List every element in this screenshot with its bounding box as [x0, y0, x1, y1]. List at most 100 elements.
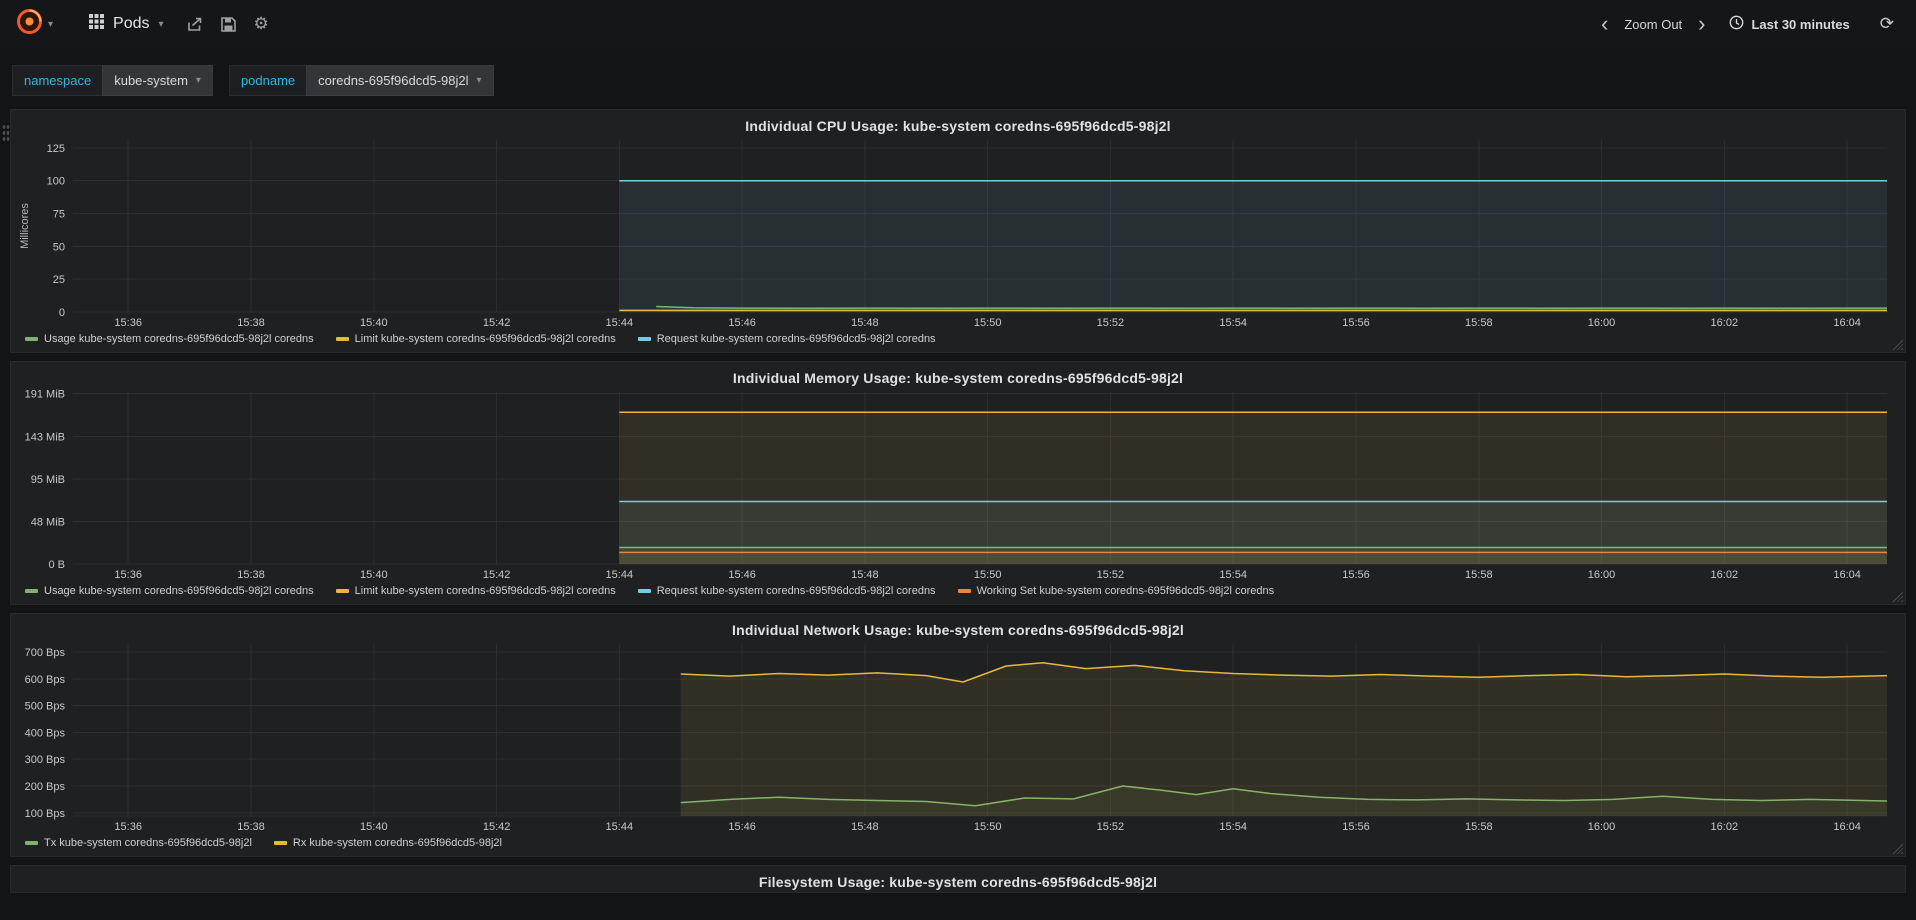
zoom-out-button[interactable]: Zoom Out	[1622, 11, 1684, 38]
panel-title-cpu-usage[interactable]: Individual CPU Usage: kube-system coredn…	[11, 110, 1905, 136]
legend-item[interactable]: Rx kube-system coredns-695f96dcd5-98j2l	[273, 837, 502, 849]
chart-memory-usage: 15:36 15:38 15:40 15:42 15:44 15:46 15:48 15:50…	[11, 388, 1905, 584]
legend-series-label: Limit kube-system coredns-695f96dcd5-98j…	[354, 585, 616, 597]
svg-text:15:50: 15:50	[974, 317, 1002, 329]
svg-text:16:02: 16:02	[1711, 569, 1739, 581]
legend-series-color-icon	[637, 337, 651, 341]
save-button[interactable]	[212, 11, 245, 38]
time-picker-button[interactable]: Last 30 minutes	[1719, 9, 1859, 39]
gear-icon: ⚙	[253, 14, 269, 33]
panel-cpu-usage: Individual CPU Usage: kube-system coredn…	[10, 109, 1906, 353]
legend-series-color-icon	[25, 841, 38, 845]
chevron-down-icon: ▾	[48, 18, 54, 30]
legend-series-label: Request kube-system coredns-695f96dcd5-9…	[656, 333, 936, 345]
legend-item[interactable]: Usage kube-system coredns-695f96dcd5-98j…	[25, 585, 314, 597]
svg-text:15:36: 15:36	[114, 317, 142, 329]
legend-series-color-icon	[335, 589, 349, 593]
legend-series-color-icon	[637, 589, 651, 593]
chevron-down-icon: ▾	[195, 75, 201, 86]
svg-text:15:36: 15:36	[114, 569, 142, 581]
svg-text:200 Bps: 200 Bps	[25, 781, 66, 793]
svg-text:300 Bps: 300 Bps	[25, 754, 66, 766]
variable-value-namespace[interactable]: kube-system ▾	[102, 65, 213, 96]
chevron-down-icon: ▾	[158, 18, 164, 30]
svg-text:191 MiB: 191 MiB	[25, 389, 65, 401]
time-shift-forward-button[interactable]: ›	[1690, 13, 1713, 35]
svg-text:15:48: 15:48	[851, 569, 879, 581]
svg-text:15:48: 15:48	[851, 317, 879, 329]
svg-text:15:52: 15:52	[1097, 821, 1125, 833]
chart-canvas[interactable]: 15:36 15:38 15:40 15:42 15:44 15:46 15:48 15:50…	[11, 388, 1903, 584]
legend-series-label: Request kube-system coredns-695f96dcd5-9…	[656, 585, 936, 597]
svg-text:15:44: 15:44	[606, 569, 634, 581]
row-drag-handle[interactable]	[2, 124, 10, 143]
svg-text:700 Bps: 700 Bps	[25, 647, 66, 659]
legend-item[interactable]: Usage kube-system coredns-695f96dcd5-98j…	[25, 333, 314, 345]
svg-text:15:38: 15:38	[237, 821, 265, 833]
panel-title-filesystem-usage[interactable]: Filesystem Usage: kube-system coredns-69…	[11, 866, 1905, 892]
svg-text:15:50: 15:50	[974, 821, 1002, 833]
svg-text:15:54: 15:54	[1219, 821, 1247, 833]
svg-text:16:00: 16:00	[1588, 569, 1616, 581]
legend-series-label: Working Set kube-system coredns-695f96dc…	[976, 585, 1275, 597]
svg-text:50: 50	[53, 241, 65, 253]
panel-memory-usage: Individual Memory Usage: kube-system cor…	[10, 361, 1906, 605]
svg-text:15:58: 15:58	[1465, 317, 1493, 329]
svg-text:16:04: 16:04	[1833, 317, 1861, 329]
legend-item[interactable]: Tx kube-system coredns-695f96dcd5-98j2l	[25, 837, 252, 849]
panel-title-network-usage[interactable]: Individual Network Usage: kube-system co…	[11, 614, 1905, 640]
svg-text:0 B: 0 B	[48, 559, 65, 571]
svg-text:25: 25	[53, 274, 65, 286]
svg-text:15:58: 15:58	[1465, 569, 1493, 581]
svg-text:15:42: 15:42	[483, 569, 511, 581]
svg-text:15:42: 15:42	[483, 317, 511, 329]
dashboard-picker-button[interactable]: Pods ▾	[75, 4, 178, 44]
svg-text:15:46: 15:46	[728, 317, 756, 329]
legend-series-label: Rx kube-system coredns-695f96dcd5-98j2l	[292, 837, 502, 849]
legend-series-label: Usage kube-system coredns-695f96dcd5-98j…	[44, 333, 314, 345]
clock-icon	[1729, 15, 1744, 33]
svg-text:15:38: 15:38	[237, 569, 265, 581]
svg-text:15:52: 15:52	[1097, 569, 1125, 581]
refresh-button[interactable]: ⟳	[1866, 10, 1900, 38]
svg-text:16:02: 16:02	[1711, 821, 1739, 833]
legend-item[interactable]: Limit kube-system coredns-695f96dcd5-98j…	[335, 585, 616, 597]
svg-text:0: 0	[59, 307, 65, 319]
navbar: ▾ Pods ▾ ⚙ ‹ Zoom Out › Last 30 minutes …	[0, 0, 1916, 48]
svg-text:16:04: 16:04	[1833, 821, 1861, 833]
legend-item[interactable]: Request kube-system coredns-695f96dcd5-9…	[637, 585, 936, 597]
chart-cpu-usage: 15:36 15:38 15:40 15:42 15:44 15:46 15:48 15:50…	[11, 136, 1905, 332]
variable-value-podname[interactable]: coredns-695f96dcd5-98j2l ▾	[306, 65, 494, 96]
chart-canvas[interactable]: 15:36 15:38 15:40 15:42 15:44 15:46 15:48 15:50…	[11, 136, 1903, 332]
dashboard-panels: Individual CPU Usage: kube-system coredn…	[0, 109, 1916, 893]
svg-text:15:40: 15:40	[360, 821, 388, 833]
panel-title-memory-usage[interactable]: Individual Memory Usage: kube-system cor…	[11, 362, 1905, 388]
legend-item[interactable]: Request kube-system coredns-695f96dcd5-9…	[637, 333, 936, 345]
svg-text:15:46: 15:46	[728, 569, 756, 581]
time-shift-back-button[interactable]: ‹	[1593, 13, 1616, 35]
svg-text:15:54: 15:54	[1219, 569, 1247, 581]
svg-text:125: 125	[47, 143, 65, 155]
chart-canvas[interactable]: 15:36 15:38 15:40 15:42 15:44 15:46 15:48 15:50…	[11, 640, 1903, 836]
apps-grid-icon	[89, 14, 105, 34]
svg-text:15:52: 15:52	[1097, 317, 1125, 329]
svg-text:15:56: 15:56	[1342, 821, 1370, 833]
settings-button[interactable]: ⚙	[245, 8, 278, 40]
svg-text:15:36: 15:36	[114, 821, 142, 833]
svg-text:75: 75	[53, 209, 65, 221]
svg-text:15:44: 15:44	[606, 317, 634, 329]
legend-item[interactable]: Working Set kube-system coredns-695f96dc…	[957, 585, 1275, 597]
variable-label-namespace: namespace	[12, 65, 103, 96]
svg-text:100: 100	[47, 176, 65, 188]
legend-series-color-icon	[273, 841, 287, 845]
save-icon	[220, 16, 236, 32]
chart-network-usage: 15:36 15:38 15:40 15:42 15:44 15:46 15:48 15:50…	[11, 640, 1905, 836]
share-button[interactable]	[178, 11, 212, 38]
svg-text:400 Bps: 400 Bps	[25, 727, 66, 739]
y-axis-label: Millicores	[19, 203, 31, 250]
legend-item[interactable]: Limit kube-system coredns-695f96dcd5-98j…	[335, 333, 616, 345]
svg-text:15:54: 15:54	[1219, 317, 1247, 329]
panel-filesystem-usage: Filesystem Usage: kube-system coredns-69…	[10, 865, 1906, 893]
legend-series-color-icon	[25, 589, 38, 593]
grafana-logo-button[interactable]: ▾	[8, 4, 61, 44]
